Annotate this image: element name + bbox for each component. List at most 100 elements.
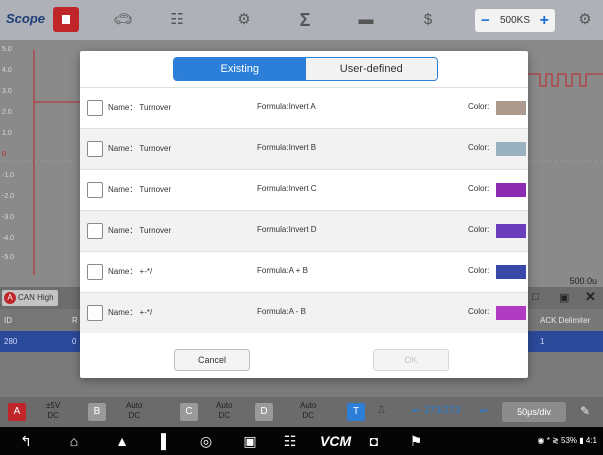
timebase-control[interactable]: − 500KS +	[475, 9, 555, 32]
row-checkbox[interactable]	[87, 141, 103, 157]
row-color-label: Color:	[468, 266, 490, 275]
expand-icon[interactable]: ▣	[559, 291, 569, 304]
back-icon[interactable]: ↰	[16, 432, 36, 450]
vcm-icon[interactable]: VCM	[320, 432, 351, 450]
row-formula: Formula:Invert D	[257, 225, 317, 234]
time-div-control[interactable]: 50μs/div	[502, 402, 566, 422]
row-id: 280	[4, 337, 18, 346]
last-page-icon[interactable]: ⏭	[480, 406, 487, 416]
header-r: R	[72, 316, 78, 325]
row-color-label: Color:	[468, 102, 490, 111]
list-item[interactable]: Name： Turnover Formula:Invert B Color:	[80, 128, 528, 169]
right-value: 500.0u	[569, 276, 597, 286]
tab-user-defined[interactable]: User-defined	[305, 58, 437, 80]
header-ack: ACK Delimiter	[540, 316, 591, 325]
color-swatch[interactable]	[496, 101, 526, 115]
color-swatch[interactable]	[496, 265, 526, 279]
row-checkbox[interactable]	[87, 182, 103, 198]
channel-b-value: Auto	[126, 401, 143, 410]
row-name: Name： Turnover	[108, 185, 172, 194]
car-icon[interactable]: 🚗︎	[111, 10, 135, 30]
channel-d-setting[interactable]: Auto DC	[300, 401, 316, 421]
channel-a-coupling: DC	[47, 411, 59, 420]
system-navbar: ↰ ⌂ ▲ ▌ ◎ ▣ ☷ VCM ◘ ⚑ ◉ * ≷ 53% ▮ 4:1	[0, 427, 603, 455]
screenshot-icon[interactable]: ☷	[280, 432, 300, 450]
channel-d-value: Auto	[300, 401, 317, 410]
row-formula: Formula:Invert A	[257, 102, 316, 111]
settings-icon[interactable]: ⚙	[573, 10, 597, 30]
top-toolbar: Scope 🚗︎ ☷ ⚙ Σ ▬ $ − 500KS + ⚙	[0, 0, 603, 40]
channel-d-coupling: DC	[302, 411, 315, 420]
car-connect-icon[interactable]: ◘	[364, 432, 384, 450]
cancel-button[interactable]: Cancel	[174, 349, 250, 371]
row-name: Name： Turnover	[108, 144, 172, 153]
remote-support-icon[interactable]: ⚑	[406, 432, 426, 450]
row-name: Name： +-*/	[108, 267, 153, 276]
header-id: ID	[4, 316, 12, 325]
channel-c-setting[interactable]: Auto DC	[216, 401, 232, 421]
folder-icon[interactable]: ▬	[354, 10, 378, 30]
channel-b-button[interactable]: B	[88, 403, 106, 421]
tab-existing[interactable]: Existing	[174, 58, 306, 80]
channel-d-button[interactable]: D	[255, 403, 273, 421]
row-name: Name： Turnover	[108, 226, 172, 235]
plus-icon[interactable]: +	[540, 9, 549, 32]
row-checkbox[interactable]	[87, 305, 103, 321]
minus-icon[interactable]: −	[481, 9, 490, 32]
math-channel-dialog: Existing User-defined Name： Turnover For…	[80, 51, 528, 378]
color-swatch[interactable]	[496, 142, 526, 156]
row-color-label: Color:	[468, 307, 490, 316]
stop-button[interactable]	[53, 7, 79, 32]
row-checkbox[interactable]	[87, 100, 103, 116]
trigger-button[interactable]: T	[347, 403, 365, 421]
list-item[interactable]: Name： Turnover Formula:Invert D Color:	[80, 210, 528, 251]
trigger-edge-icon[interactable]: ⎍	[378, 405, 385, 416]
browser-icon[interactable]: ◎	[196, 432, 216, 450]
row-checkbox[interactable]	[87, 264, 103, 280]
help-icon[interactable]: $	[416, 10, 440, 30]
vehicle-home-icon[interactable]: ▲	[112, 432, 132, 450]
list-item[interactable]: Name： +-*/ Formula:A + B Color:	[80, 251, 528, 292]
color-swatch[interactable]	[496, 183, 526, 197]
can-tag[interactable]: CAN High	[2, 290, 58, 306]
channel-c-button[interactable]: C	[180, 403, 198, 421]
close-icon[interactable]: ✕	[585, 289, 596, 305]
list-item[interactable]: Name： +-*/ Formula:A - B Color:	[80, 292, 528, 333]
status-bar: ◉ * ≷ 53% ▮ 4:1	[537, 436, 597, 445]
channel-b-coupling: DC	[128, 411, 141, 420]
camera-icon[interactable]: ▣	[240, 432, 260, 450]
list-item[interactable]: Name： Turnover Formula:Invert A Color:	[80, 87, 528, 128]
row-name: Name： +-*/	[108, 308, 153, 317]
row-checkbox[interactable]	[87, 223, 103, 239]
row-r: 0	[72, 337, 77, 346]
calendar-icon[interactable]: ☷	[165, 10, 189, 30]
channel-a-button[interactable]: A	[8, 403, 26, 421]
channel-b-setting[interactable]: Auto DC	[126, 401, 142, 421]
channel-c-coupling: DC	[218, 411, 231, 420]
row-formula: Formula:Invert B	[257, 143, 317, 152]
list-item[interactable]: Name： Turnover Formula:Invert C Color:	[80, 169, 528, 210]
formula-list: Name： Turnover Formula:Invert A Color: N…	[80, 87, 528, 333]
row-color-label: Color:	[468, 225, 490, 234]
sigma-icon[interactable]: Σ	[293, 10, 317, 30]
timebase-value: 500KS	[499, 15, 531, 26]
row-formula: Formula:Invert C	[257, 184, 317, 193]
channel-c-value: Auto	[216, 401, 233, 410]
color-swatch[interactable]	[496, 306, 526, 320]
minimize-icon[interactable]: □	[532, 291, 539, 303]
row-name: Name： Turnover	[108, 103, 172, 112]
row-formula: Formula:A - B	[257, 307, 306, 316]
row-formula: Formula:A + B	[257, 266, 308, 275]
home-icon[interactable]: ⌂	[64, 432, 84, 450]
channel-a-value: ±5V	[46, 401, 61, 410]
recent-apps-icon[interactable]: ▌	[156, 432, 176, 450]
ok-button[interactable]: OK	[373, 349, 449, 371]
tab-switcher: Existing User-defined	[173, 57, 438, 81]
row-color-label: Color:	[468, 143, 490, 152]
pen-icon[interactable]: ✎	[580, 404, 590, 418]
first-page-icon[interactable]: ⏮	[412, 406, 419, 416]
color-swatch[interactable]	[496, 224, 526, 238]
channel-a-setting[interactable]: ±5V DC	[46, 401, 60, 421]
row-color-label: Color:	[468, 184, 490, 193]
gear-icon[interactable]: ⚙	[232, 10, 256, 30]
